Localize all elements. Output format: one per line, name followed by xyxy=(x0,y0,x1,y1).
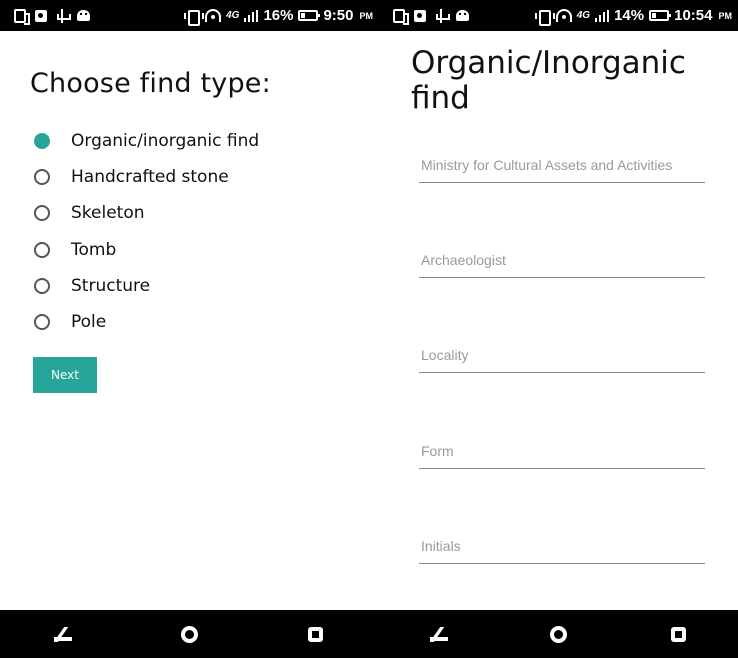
back-button[interactable] xyxy=(46,617,80,651)
radio-option-label: Structure xyxy=(71,275,151,296)
phone-icon xyxy=(14,8,30,25)
radio-option-label: Skeleton xyxy=(71,203,145,224)
radio-option-label: Handcrafted stone xyxy=(71,167,229,188)
radio-option-skeleton[interactable]: Skeleton xyxy=(34,195,259,231)
find-type-screen: 4G 16% 9:50 PM Choose find type: Organic/… xyxy=(0,0,379,658)
radio-option-tomb[interactable]: Tomb xyxy=(34,232,259,268)
vibrate-icon xyxy=(534,9,555,26)
wifi-icon xyxy=(205,9,222,22)
status-bar: 4G 16% 9:50 PM xyxy=(0,0,379,31)
radio-option-organic-inorganic[interactable]: Organic/inorganic find xyxy=(34,123,259,159)
form-field[interactable] xyxy=(419,433,705,469)
locality-field[interactable] xyxy=(419,337,705,373)
outlook-icon xyxy=(35,9,47,22)
android-icon xyxy=(77,10,90,21)
next-button[interactable]: Next xyxy=(33,357,97,393)
initials-field[interactable] xyxy=(419,528,705,564)
recents-icon xyxy=(670,626,686,642)
home-button[interactable] xyxy=(172,617,206,651)
usb-icon xyxy=(56,8,71,23)
network-type: 4G xyxy=(576,10,591,21)
vibrate-icon xyxy=(184,9,205,26)
find-type-radio-group: Organic/inorganic find Handcrafted stone… xyxy=(34,123,259,340)
signal-icon xyxy=(595,9,610,22)
battery-icon xyxy=(298,10,321,21)
back-icon xyxy=(429,628,448,641)
navigation-bar xyxy=(379,610,738,658)
recents-icon xyxy=(308,626,324,642)
radio-option-handcrafted-stone[interactable]: Handcrafted stone xyxy=(34,159,259,195)
page-title: Choose find type: xyxy=(30,68,271,99)
phone-icon xyxy=(393,8,409,25)
outlook-icon xyxy=(414,9,426,22)
battery-percent: 14% xyxy=(614,7,645,24)
clock-time: 9:50 xyxy=(323,7,354,24)
android-icon xyxy=(456,10,469,21)
radio-option-pole[interactable]: Pole xyxy=(34,304,259,340)
wifi-icon xyxy=(555,9,572,22)
radio-button-icon[interactable] xyxy=(34,169,50,186)
recents-button[interactable] xyxy=(661,617,695,651)
radio-button-icon[interactable] xyxy=(34,314,50,331)
battery-percent: 16% xyxy=(263,7,294,24)
radio-option-label: Organic/inorganic find xyxy=(71,131,260,152)
battery-icon xyxy=(649,10,672,21)
radio-button-icon[interactable] xyxy=(34,277,50,294)
clock-am-pm: PM xyxy=(718,10,733,21)
navigation-bar xyxy=(0,610,379,658)
home-icon xyxy=(180,625,198,643)
home-icon xyxy=(549,625,567,643)
radio-button-icon[interactable] xyxy=(34,241,50,258)
home-button[interactable] xyxy=(541,617,575,651)
page-title: Organic/Inorganic find xyxy=(411,45,686,116)
clock-time: 10:54 xyxy=(674,7,713,24)
radio-option-label: Tomb xyxy=(71,239,117,260)
radio-option-label: Pole xyxy=(71,312,107,333)
recents-button[interactable] xyxy=(299,617,333,651)
back-icon xyxy=(54,628,73,641)
ministry-field[interactable] xyxy=(419,147,705,183)
archaeologist-field[interactable] xyxy=(419,242,705,278)
radio-option-structure[interactable]: Structure xyxy=(34,268,259,304)
radio-button-icon[interactable] xyxy=(34,205,50,222)
status-bar: 4G 14% 10:54 PM xyxy=(379,0,738,31)
radio-button-selected-icon[interactable] xyxy=(34,133,50,150)
network-type: 4G xyxy=(226,10,240,21)
usb-icon xyxy=(435,8,450,23)
signal-icon xyxy=(244,9,259,22)
organic-find-form-screen: 4G 14% 10:54 PM Organic/Inorganic find xyxy=(379,0,738,658)
back-button[interactable] xyxy=(422,617,456,651)
clock-am-pm: PM xyxy=(359,10,374,21)
